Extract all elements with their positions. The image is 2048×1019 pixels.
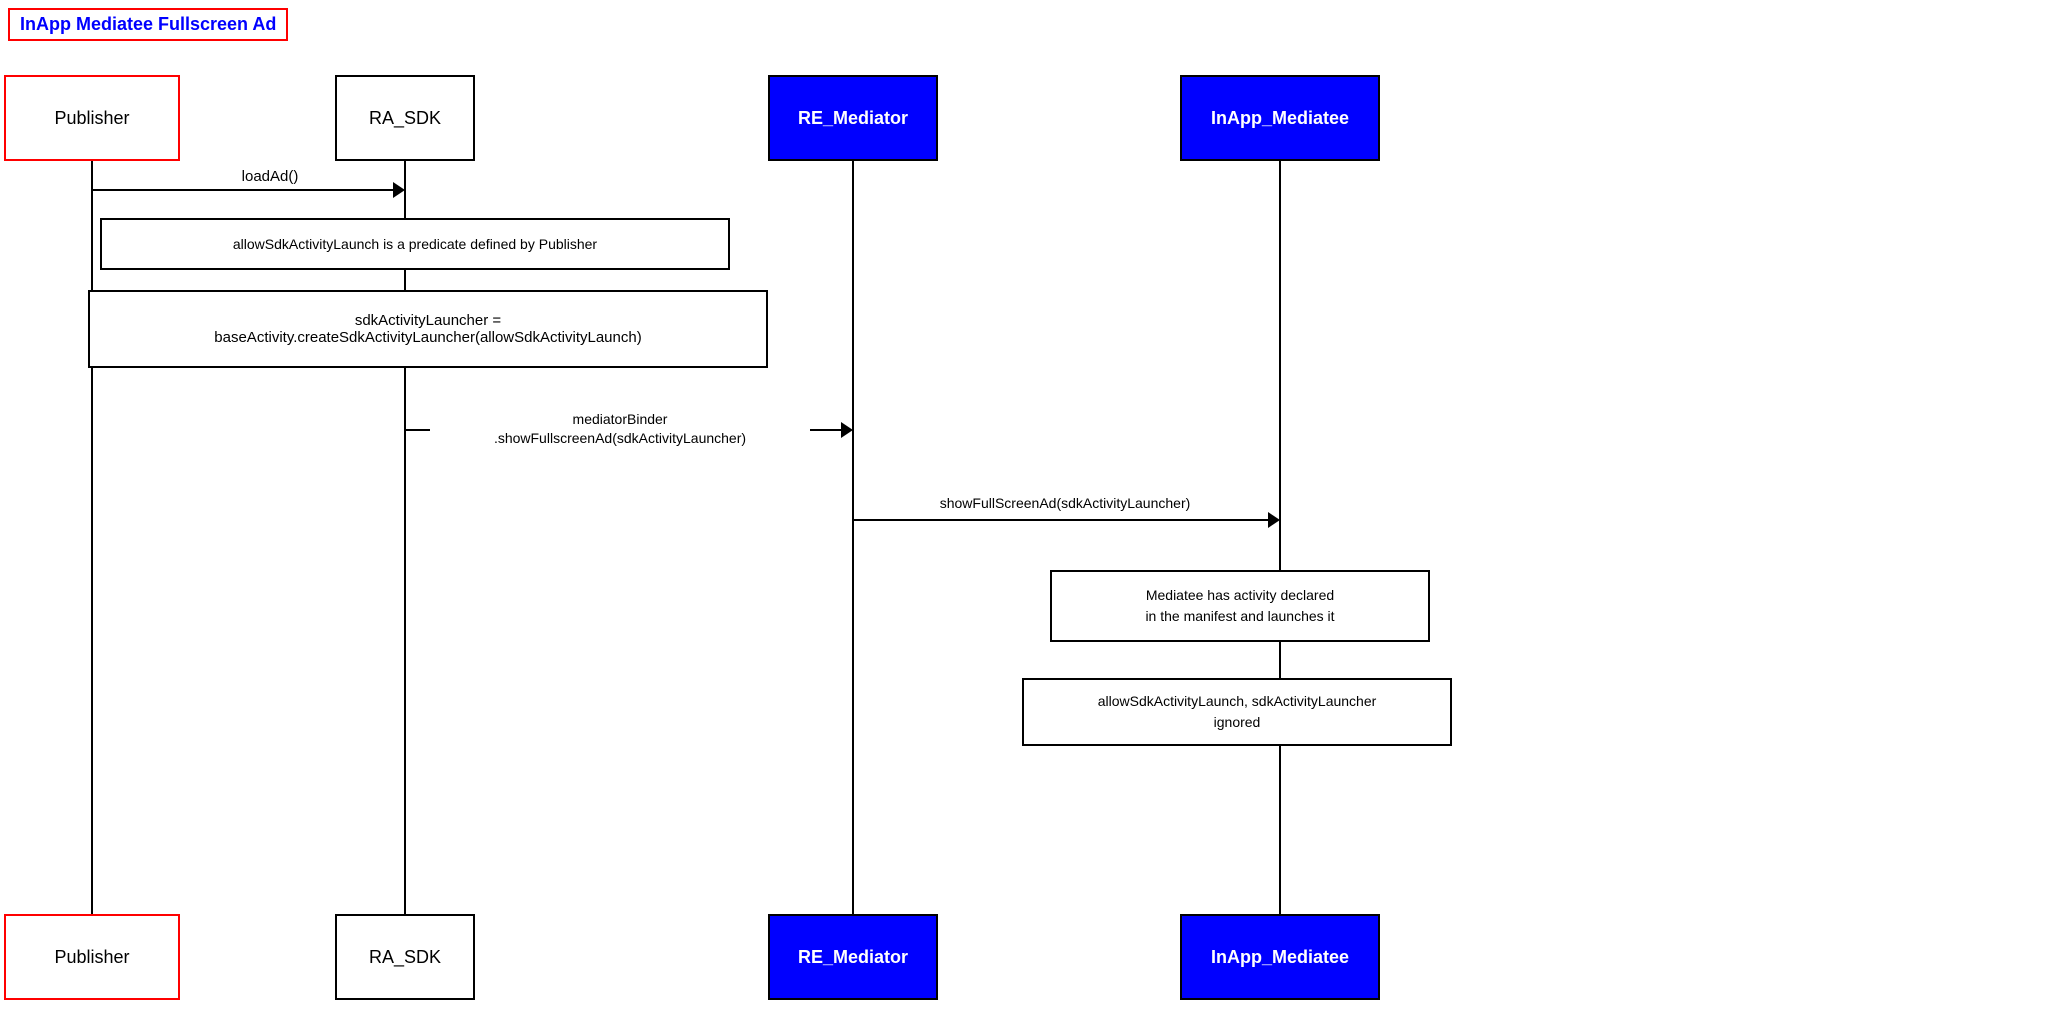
diagram-title: InApp Mediatee Fullscreen Ad xyxy=(8,8,288,41)
publisher-top-actor: Publisher xyxy=(4,75,180,161)
note-ignored: allowSdkActivityLaunch, sdkActivityLaunc… xyxy=(1022,678,1452,746)
diagram-container: InApp Mediatee Fullscreen Ad Publisher R… xyxy=(0,0,2048,1019)
note-mediatee-activity: Mediatee has activity declared in the ma… xyxy=(1050,570,1430,642)
note-sdk-launcher: sdkActivityLauncher = baseActivity.creat… xyxy=(88,290,768,368)
ra-sdk-bot-actor: RA_SDK xyxy=(335,914,475,1000)
publisher-bot-actor: Publisher xyxy=(4,914,180,1000)
inapp-mediatee-bot-actor: InApp_Mediatee xyxy=(1180,914,1380,1000)
show-fullscreen-label: showFullScreenAd(sdkActivityLauncher) xyxy=(870,495,1260,511)
note-predicate: allowSdkActivityLaunch is a predicate de… xyxy=(100,218,730,270)
load-ad-label: loadAd() xyxy=(180,168,360,185)
mediator-binder-label: mediatorBinder .showFullscreenAd(sdkActi… xyxy=(430,390,810,449)
re-mediator-bot-actor: RE_Mediator xyxy=(768,914,938,1000)
inapp-mediatee-top-actor: InApp_Mediatee xyxy=(1180,75,1380,161)
re-mediator-top-actor: RE_Mediator xyxy=(768,75,938,161)
ra-sdk-top-actor: RA_SDK xyxy=(335,75,475,161)
